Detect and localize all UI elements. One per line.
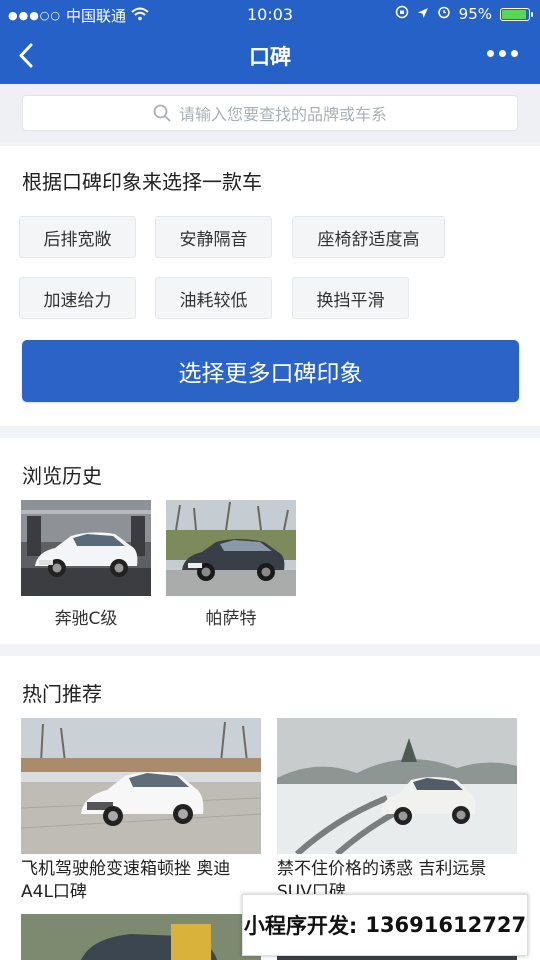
search-icon [153,104,171,122]
recommend-caption: 飞机驾驶舱变速箱顿挫 奥迪A4L口碑 [21,859,231,902]
history-item-label: 奔驰C级 [54,609,118,629]
history-section: 浏览历史 奔驰C级 帕萨特 [0,438,540,644]
car-photo [21,500,151,596]
car-photo [166,500,296,596]
history-item[interactable]: 奔驰C级 [21,500,151,629]
location-icon [417,5,429,23]
tag-button[interactable]: 后排宽敞 [19,216,136,258]
nav-bar: 口碑 [0,28,540,84]
promo-phone: 13691612727 [365,913,527,937]
battery-percent: 95% [458,5,492,23]
tag-button[interactable]: 座椅舒适度高 [292,216,445,258]
tag-button[interactable]: 油耗较低 [155,277,272,319]
lock-rotation-icon [395,5,409,23]
impression-title: 根据口碑印象来选择一款车 [22,170,262,194]
promo-label: 小程序开发: [243,914,358,938]
status-right: 95% [395,5,533,23]
car-photo [21,914,261,960]
tag-button[interactable]: 安静隔音 [155,216,272,258]
more-dots-icon[interactable] [487,50,518,57]
history-item-label: 帕萨特 [205,609,257,629]
search-area: 请输入您要查找的品牌或车系 [0,84,540,142]
battery-icon [500,7,533,21]
status-bar: ●●●○○ 中国联通 10:03 95% [0,0,540,28]
recommend-item[interactable]: 飞机驾驶舱变速箱顿挫 奥迪A4L口碑 [21,718,261,904]
car-photo [21,718,261,854]
tag-button[interactable]: 换挡平滑 [292,277,409,319]
hot-title: 热门推荐 [22,682,102,706]
tag-button[interactable]: 加速给力 [19,277,136,319]
car-photo [277,718,517,854]
more-impressions-button[interactable]: 选择更多口碑印象 [22,340,519,402]
history-item[interactable]: 帕萨特 [166,500,296,629]
search-placeholder: 请输入您要查找的品牌或车系 [178,105,387,124]
promo-banner: 小程序开发: 13691612727 [242,894,528,956]
page-title: 口碑 [249,45,291,69]
recommend-item[interactable]: 禁不住价格的诱惑 吉利远景SUV口碑 [277,718,517,904]
search-input[interactable]: 请输入您要查找的品牌或车系 [22,95,518,131]
history-title: 浏览历史 [22,464,102,488]
alarm-icon [437,5,451,23]
impression-section: 根据口碑印象来选择一款车 后排宽敞 安静隔音 座椅舒适度高 加速给力 油耗较低 … [0,146,540,426]
